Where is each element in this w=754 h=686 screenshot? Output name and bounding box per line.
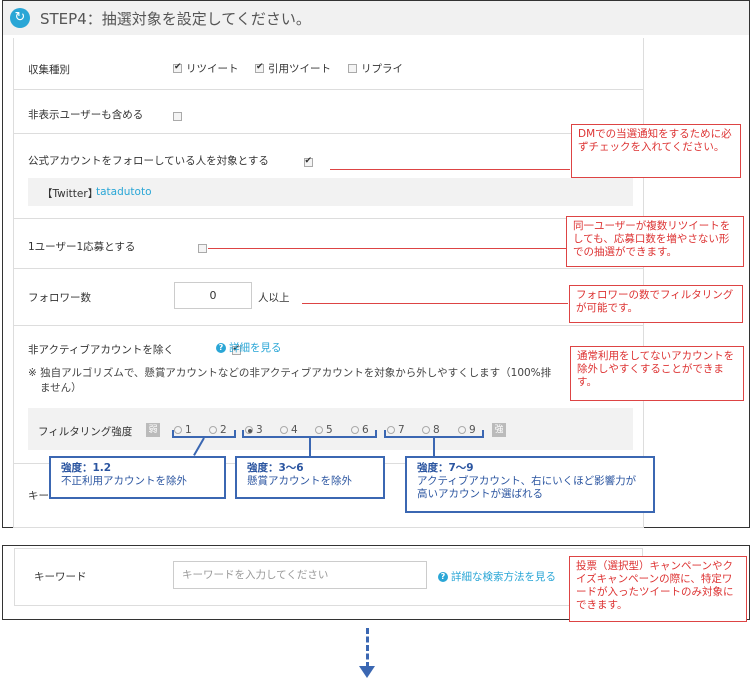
follow-official-label: 公式アカウントをフォローしている人を対象とする xyxy=(28,155,269,167)
followers-suffix: 人以上 xyxy=(258,292,290,304)
callout-inactive: 通常利用をしてないアカウントを除外しやすくすることができます。 xyxy=(570,346,744,401)
level-callout-1: 強度：1.2 不正利用アカウントを除外 xyxy=(49,456,226,499)
divider xyxy=(14,325,643,326)
callout-keyword: 投票（選択型）キャンペーンやクイズキャンペーンの際に、特定ワードが入ったツイート… xyxy=(569,556,747,622)
twitter-account-prefix: 【Twitter】 xyxy=(42,188,99,200)
filter-strength-label: フィルタリング強度 xyxy=(38,426,133,438)
weak-tag: 弱 xyxy=(146,423,160,437)
inactive-label: 非アクティブアカウントを除く xyxy=(28,344,174,356)
callout-dm: DMでの当選通知をするために必ずチェックを入れてください。 xyxy=(571,124,741,178)
follow-official-checkbox[interactable] xyxy=(303,156,313,167)
callout-line xyxy=(208,248,568,249)
one-per-user-checkbox[interactable] xyxy=(198,243,207,253)
inactive-detail-link[interactable]: ? 詳細を見る xyxy=(216,340,282,355)
followers-label: フォロワー数 xyxy=(28,292,91,304)
keyword-label: キーワード xyxy=(34,571,87,583)
step-title: STEP4：抽選対象を設定してください。 xyxy=(40,10,311,28)
one-per-user-label: 1ユーザー1応募とする xyxy=(28,241,136,253)
level-callout-2: 強度：3〜6 懸賞アカウントを除外 xyxy=(235,456,385,499)
checkbox[interactable] xyxy=(173,62,182,73)
callout-one-per-user: 同一ユーザーが複数リツイートをしても、応募口数を増やさない形での抽選ができます。 xyxy=(566,216,744,267)
divider xyxy=(14,268,643,269)
strong-tag: 強 xyxy=(492,423,506,437)
divider xyxy=(14,133,643,134)
level-bracket-2 xyxy=(242,430,377,438)
checkbox[interactable] xyxy=(348,64,357,73)
divider xyxy=(14,89,643,90)
callout-line xyxy=(302,303,568,304)
refresh-icon: ↻ xyxy=(10,8,30,28)
collect-option-retweet[interactable]: リツイート xyxy=(173,61,239,76)
callout-followers: フォロワーの数でフィルタリングが可能です。 xyxy=(569,285,743,323)
keyword-label-partial: キー xyxy=(28,490,49,502)
level-bracket-3 xyxy=(384,430,484,438)
collect-option-reply[interactable]: リプライ xyxy=(348,61,403,76)
down-arrow-icon xyxy=(359,666,375,678)
collect-option-quote[interactable]: 引用ツイート xyxy=(255,61,331,76)
bracket-connector xyxy=(433,438,435,458)
bracket-connector xyxy=(309,438,311,458)
keyword-input[interactable]: キーワードを入力してください xyxy=(173,561,427,589)
twitter-account-link[interactable]: tatadutoto xyxy=(96,186,152,198)
callout-line xyxy=(330,169,570,170)
divider xyxy=(14,218,643,219)
inactive-note: ※ 独自アルゴリズムで、懸賞アカウントなどの非アクティブアカウントを対象から外し… xyxy=(28,367,552,379)
hidden-users-checkbox[interactable] xyxy=(173,111,182,121)
level-bracket-1 xyxy=(172,430,236,438)
collect-type-label: 収集種別 xyxy=(28,64,70,76)
inactive-note-cont: ません） xyxy=(40,382,82,394)
followers-input[interactable]: 0 xyxy=(174,282,252,309)
question-icon: ? xyxy=(216,342,226,353)
keyword-detail-link[interactable]: ? 詳細な検索方法を見る xyxy=(438,569,556,584)
question-icon: ? xyxy=(438,571,448,582)
checkbox[interactable] xyxy=(255,62,264,73)
level-callout-3: 強度：7〜9 アクティブアカウント、右にいくほど影響力が高いアカウントが選ばれる xyxy=(405,456,655,513)
hidden-users-label: 非表示ユーザーも含める xyxy=(28,109,144,121)
flow-dashed-line xyxy=(366,628,369,668)
